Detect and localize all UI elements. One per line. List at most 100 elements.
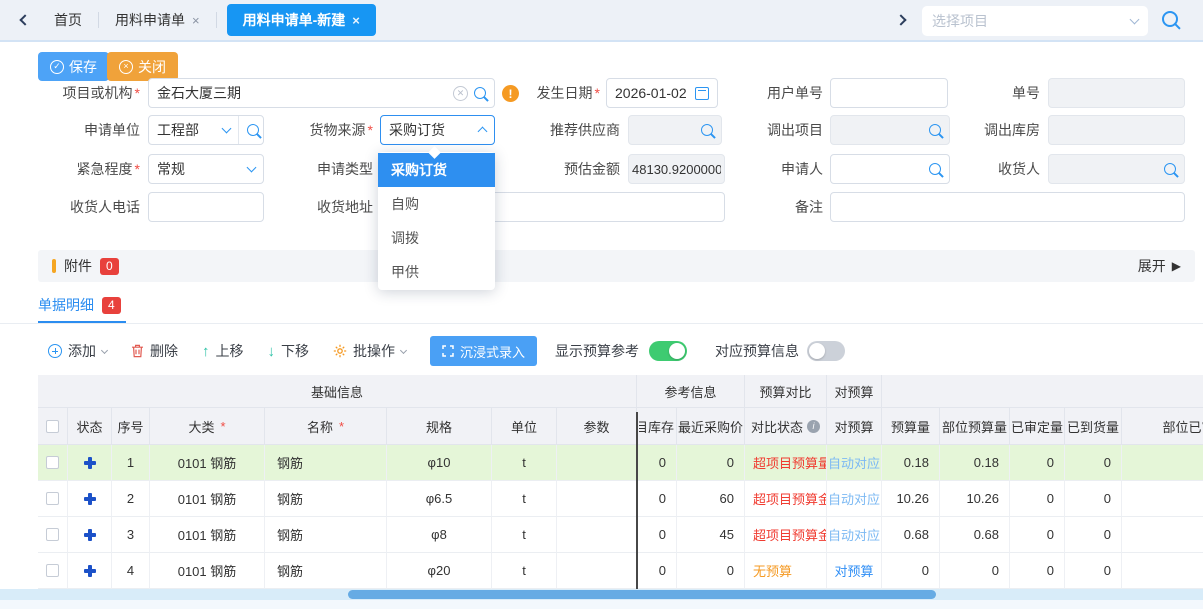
budget-action-link[interactable]: 自动对应 [827,517,882,553]
move-up-button[interactable]: ↑ 上移 [202,341,244,361]
app-window: 首页 用料申请单 × 用料申请单-新建 × ✓ 保存 × 关闭 项目或机构* 金… [0,0,1203,609]
tab-bar: 首页 用料申请单 × 用料申请单-新建 × [0,0,1203,42]
col-part-budget-qty: 部位预算量 [940,408,1010,445]
close-button[interactable]: × 关闭 [107,52,178,81]
user-no-label: 用户单号 [723,78,823,108]
group-budget-compare: 预算对比 [745,375,827,408]
cell-part-approved-qty [1122,517,1203,553]
cell-last-price: 0 [677,445,745,481]
dropdown-option-owner-supplied[interactable]: 甲供 [378,255,495,289]
project-select-input[interactable] [932,13,1131,29]
move-down-button[interactable]: ↓ 下移 [268,341,310,361]
scroll-tabs-right-icon[interactable] [888,7,914,33]
cell-approved-qty: 0 [1010,445,1065,481]
cell-stock: 0 [637,445,677,481]
dropdown-option-self-purchase[interactable]: 自购 [378,187,495,221]
chevron-up-icon[interactable] [478,127,488,137]
close-tab-icon[interactable]: × [192,13,200,28]
cell-category: 0101 钢筋 [150,517,265,553]
date-field[interactable]: 2026-01-02 1 [606,78,718,108]
apply-unit-label: 申请单位 [40,115,140,145]
search-icon[interactable] [701,124,713,136]
project-field[interactable]: 金石大厦三期 [148,78,495,108]
est-amount-field: 48130.9200000000 [628,154,725,184]
group-reference: 参考信息 [637,375,745,408]
show-budget-ref-label: 显示预算参考 [555,341,639,361]
cell-spec: φ20 [387,553,492,589]
add-button[interactable]: 添加 [48,341,107,361]
chevron-down-icon[interactable] [1130,15,1140,25]
add-row-icon[interactable] [84,529,96,541]
urgency-select[interactable]: 常规 [148,154,264,184]
tab-material-new[interactable]: 用料申请单-新建 × [227,4,376,36]
calendar-icon[interactable] [695,87,709,100]
add-row-icon[interactable] [84,493,96,505]
tab-material-list[interactable]: 用料申请单 × [99,0,216,41]
budget-action-link[interactable]: 自动对应 [827,481,882,517]
cell-last-price: 0 [677,553,745,589]
expand-button[interactable]: 展开 ▶ [1138,256,1181,276]
col-param: 参数 [557,408,637,445]
scroll-tabs-left-icon[interactable] [12,7,38,33]
chevron-down-icon [101,346,108,353]
cell-compare-status: 超项目预算量， [745,445,827,481]
arrow-down-icon: ↓ [268,343,276,360]
search-icon[interactable] [474,87,486,99]
attachment-bar[interactable]: 附件 0 展开 ▶ [38,250,1195,282]
horizontal-scrollbar-thumb[interactable] [348,590,936,599]
add-row-icon[interactable] [84,565,96,577]
close-tab-icon[interactable]: × [352,13,360,28]
cell-part-approved-qty [1122,481,1203,517]
cell-stock: 0 [637,517,677,553]
cell-unit: t [492,445,557,481]
select-all-checkbox[interactable] [46,420,59,433]
cell-budget-qty: 10.26 [882,481,940,517]
dropdown-option-purchase-order[interactable]: 采购订货 [378,153,495,187]
row-checkbox[interactable] [46,456,59,469]
clear-icon[interactable] [453,86,468,101]
chevron-down-icon[interactable] [247,163,257,173]
user-no-input[interactable] [830,78,948,108]
info-icon[interactable] [807,420,820,433]
section-marker-icon [52,259,56,273]
budget-action-link[interactable]: 对预算 [827,553,882,589]
tab-home[interactable]: 首页 [38,0,98,41]
map-budget-info-toggle[interactable] [807,341,845,361]
receiver-phone-input[interactable] [148,192,264,222]
budget-action-link[interactable]: 自动对应 [827,445,882,481]
bottom-strip [0,600,1203,609]
col-unit: 单位 [492,408,557,445]
delete-button[interactable]: 删除 [131,341,178,361]
row-checkbox[interactable] [46,492,59,505]
cell-arrived-qty: 0 [1065,445,1122,481]
cell-last-price: 45 [677,517,745,553]
cell-compare-status: 超项目预算金额 [745,517,827,553]
dropdown-option-transfer[interactable]: 调拨 [378,221,495,255]
col-status: 状态 [68,408,112,445]
frozen-column-divider[interactable] [636,412,638,589]
add-row-icon[interactable] [84,457,96,469]
cell-compare-status: 超项目预算金额 [745,481,827,517]
horizontal-scrollbar-track[interactable] [0,589,1203,600]
col-approved-qty: 已审定量 [1010,408,1065,445]
batch-actions-button[interactable]: 批操作 [333,341,406,361]
row-checkbox[interactable] [46,528,59,541]
goods-source-select[interactable]: 采购订货 [380,115,495,145]
apply-unit-field[interactable]: 工程部 [148,115,264,145]
show-budget-ref-toggle[interactable] [649,341,687,361]
remark-input[interactable] [830,192,1185,222]
col-seq: 序号 [112,408,150,445]
table-row: 3 0101 钢筋 钢筋 φ8 t 0 45 超项目预算金额 自动对应 0.68… [38,517,1203,553]
tab-detail-list[interactable]: 单据明细 4 [38,295,121,315]
out-project-label: 调出项目 [723,115,823,145]
save-button[interactable]: ✓ 保存 [38,52,109,81]
applicant-field[interactable] [830,154,950,184]
immersive-entry-button[interactable]: 沉浸式录入 [430,336,537,366]
row-checkbox[interactable] [46,564,59,577]
cell-part-budget-qty: 0.18 [940,445,1010,481]
gear-icon [333,344,347,358]
search-icon[interactable] [1162,11,1178,27]
project-select[interactable] [922,6,1148,36]
chevron-down-icon[interactable] [222,124,232,134]
search-icon[interactable] [1164,163,1176,175]
